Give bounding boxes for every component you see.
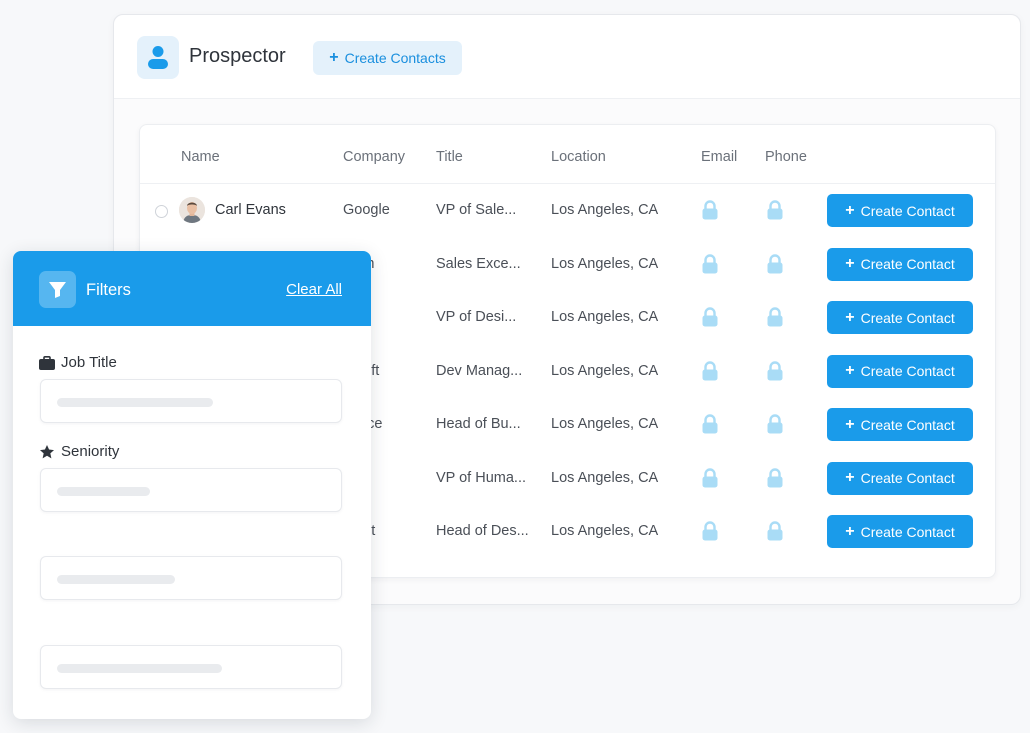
lock-icon[interactable] xyxy=(702,414,718,439)
input-placeholder-bar xyxy=(57,398,213,407)
create-contact-label: Create Contact xyxy=(860,523,955,540)
create-contact-label: Create Contact xyxy=(860,416,955,433)
contact-title: Head of Des... xyxy=(436,523,529,539)
filters-title: Filters xyxy=(86,281,131,299)
create-contact-button[interactable]: + Create Contact xyxy=(827,194,973,227)
briefcase-icon xyxy=(39,355,55,370)
create-contact-button[interactable]: + Create Contact xyxy=(827,354,973,388)
contact-location: Los Angeles, CA xyxy=(551,202,659,218)
seniority-label-text: Seniority xyxy=(61,443,120,460)
create-contact-button[interactable]: + Create Contact xyxy=(827,461,973,495)
create-contact-button[interactable]: + Create Contact xyxy=(827,247,973,281)
lock-icon[interactable] xyxy=(767,360,783,386)
contact-title: VP of Huma... xyxy=(436,469,526,486)
create-contact-label: Create Contact xyxy=(860,256,955,272)
contact-location: Los Angeles, CA xyxy=(551,309,659,325)
lock-icon[interactable] xyxy=(702,253,718,279)
user-icon xyxy=(137,36,179,79)
lock-icon[interactable] xyxy=(767,200,783,225)
column-header-title[interactable]: Title xyxy=(436,149,463,165)
contact-title: Dev Manag... xyxy=(436,362,523,379)
contact-location: Los Angeles, CA xyxy=(551,362,659,379)
plus-icon: + xyxy=(845,522,855,540)
create-contact-label: Create Contact xyxy=(860,202,955,219)
plus-icon: + xyxy=(329,49,339,66)
input-placeholder-bar xyxy=(57,575,175,584)
contact-location: Los Angeles, CA xyxy=(551,523,659,539)
plus-icon: + xyxy=(845,255,855,272)
plus-icon: + xyxy=(845,362,855,379)
seniority-label: Seniority xyxy=(39,443,119,460)
column-header-location[interactable]: Location xyxy=(551,149,606,165)
lock-icon[interactable] xyxy=(702,200,718,225)
create-contacts-label: Create Contacts xyxy=(344,50,446,66)
lock-icon[interactable] xyxy=(702,467,718,493)
column-header-company[interactable]: Company xyxy=(343,149,405,165)
contact-title: Sales Exce... xyxy=(436,255,521,272)
lock-icon[interactable] xyxy=(767,467,783,493)
filter-input-4[interactable] xyxy=(40,645,342,689)
plus-icon: + xyxy=(845,308,855,326)
filter-icon xyxy=(39,271,76,308)
create-contact-button[interactable]: + Create Contact xyxy=(827,301,973,334)
contact-location: Los Angeles, CA xyxy=(551,469,659,486)
plus-icon: + xyxy=(845,469,855,486)
row-select-radio[interactable] xyxy=(155,205,168,218)
column-header-phone[interactable]: Phone xyxy=(765,149,807,165)
input-placeholder-bar xyxy=(57,664,222,673)
avatar xyxy=(179,197,205,223)
create-contact-label: Create Contact xyxy=(860,309,955,326)
contact-title: Head of Bu... xyxy=(436,416,521,432)
create-contact-button[interactable]: + Create Contact xyxy=(827,408,973,441)
job-title-label-text: Job Title xyxy=(61,354,117,371)
plus-icon: + xyxy=(845,415,855,433)
column-header-email[interactable]: Email xyxy=(701,149,737,165)
job-title-input[interactable] xyxy=(40,379,342,423)
create-contact-label: Create Contact xyxy=(860,363,955,379)
lock-icon[interactable] xyxy=(767,253,783,279)
create-contact-label: Create Contact xyxy=(860,470,955,486)
input-placeholder-bar xyxy=(57,487,150,496)
seniority-input[interactable] xyxy=(40,468,342,512)
job-title-label: Job Title xyxy=(39,354,117,371)
star-icon xyxy=(40,444,54,458)
contact-title: VP of Desi... xyxy=(436,309,517,325)
filter-input-3[interactable] xyxy=(40,556,342,600)
create-contacts-button[interactable]: + Create Contacts xyxy=(313,41,462,75)
table-row[interactable]: Carl Evans Google VP of Sale... Los Angeles… xyxy=(140,185,995,238)
lock-icon[interactable] xyxy=(702,307,718,332)
lock-icon[interactable] xyxy=(702,360,718,386)
lock-icon[interactable] xyxy=(767,521,783,546)
lock-icon[interactable] xyxy=(767,414,783,439)
filters-panel: Filters Clear All Job Title Seniority xyxy=(13,251,371,719)
contact-title: VP of Sale... xyxy=(436,202,517,218)
lock-icon[interactable] xyxy=(767,307,783,332)
filters-header: Filters Clear All xyxy=(13,251,371,326)
plus-icon: + xyxy=(845,201,855,219)
table-header: Name Company Title Location Email Phone xyxy=(140,125,995,184)
contact-location: Los Angeles, CA xyxy=(551,416,659,432)
app-title: Prospector xyxy=(189,45,286,67)
clear-all-link[interactable]: Clear All xyxy=(286,281,342,298)
column-header-name[interactable]: Name xyxy=(181,149,220,165)
window-header: Prospector + Create Contacts xyxy=(114,15,1020,99)
lock-icon[interactable] xyxy=(702,521,718,546)
contact-location: Los Angeles, CA xyxy=(551,255,659,272)
contact-name: Carl Evans xyxy=(215,202,286,218)
contact-company: Google xyxy=(343,202,390,218)
create-contact-button[interactable]: + Create Contact xyxy=(827,515,973,548)
